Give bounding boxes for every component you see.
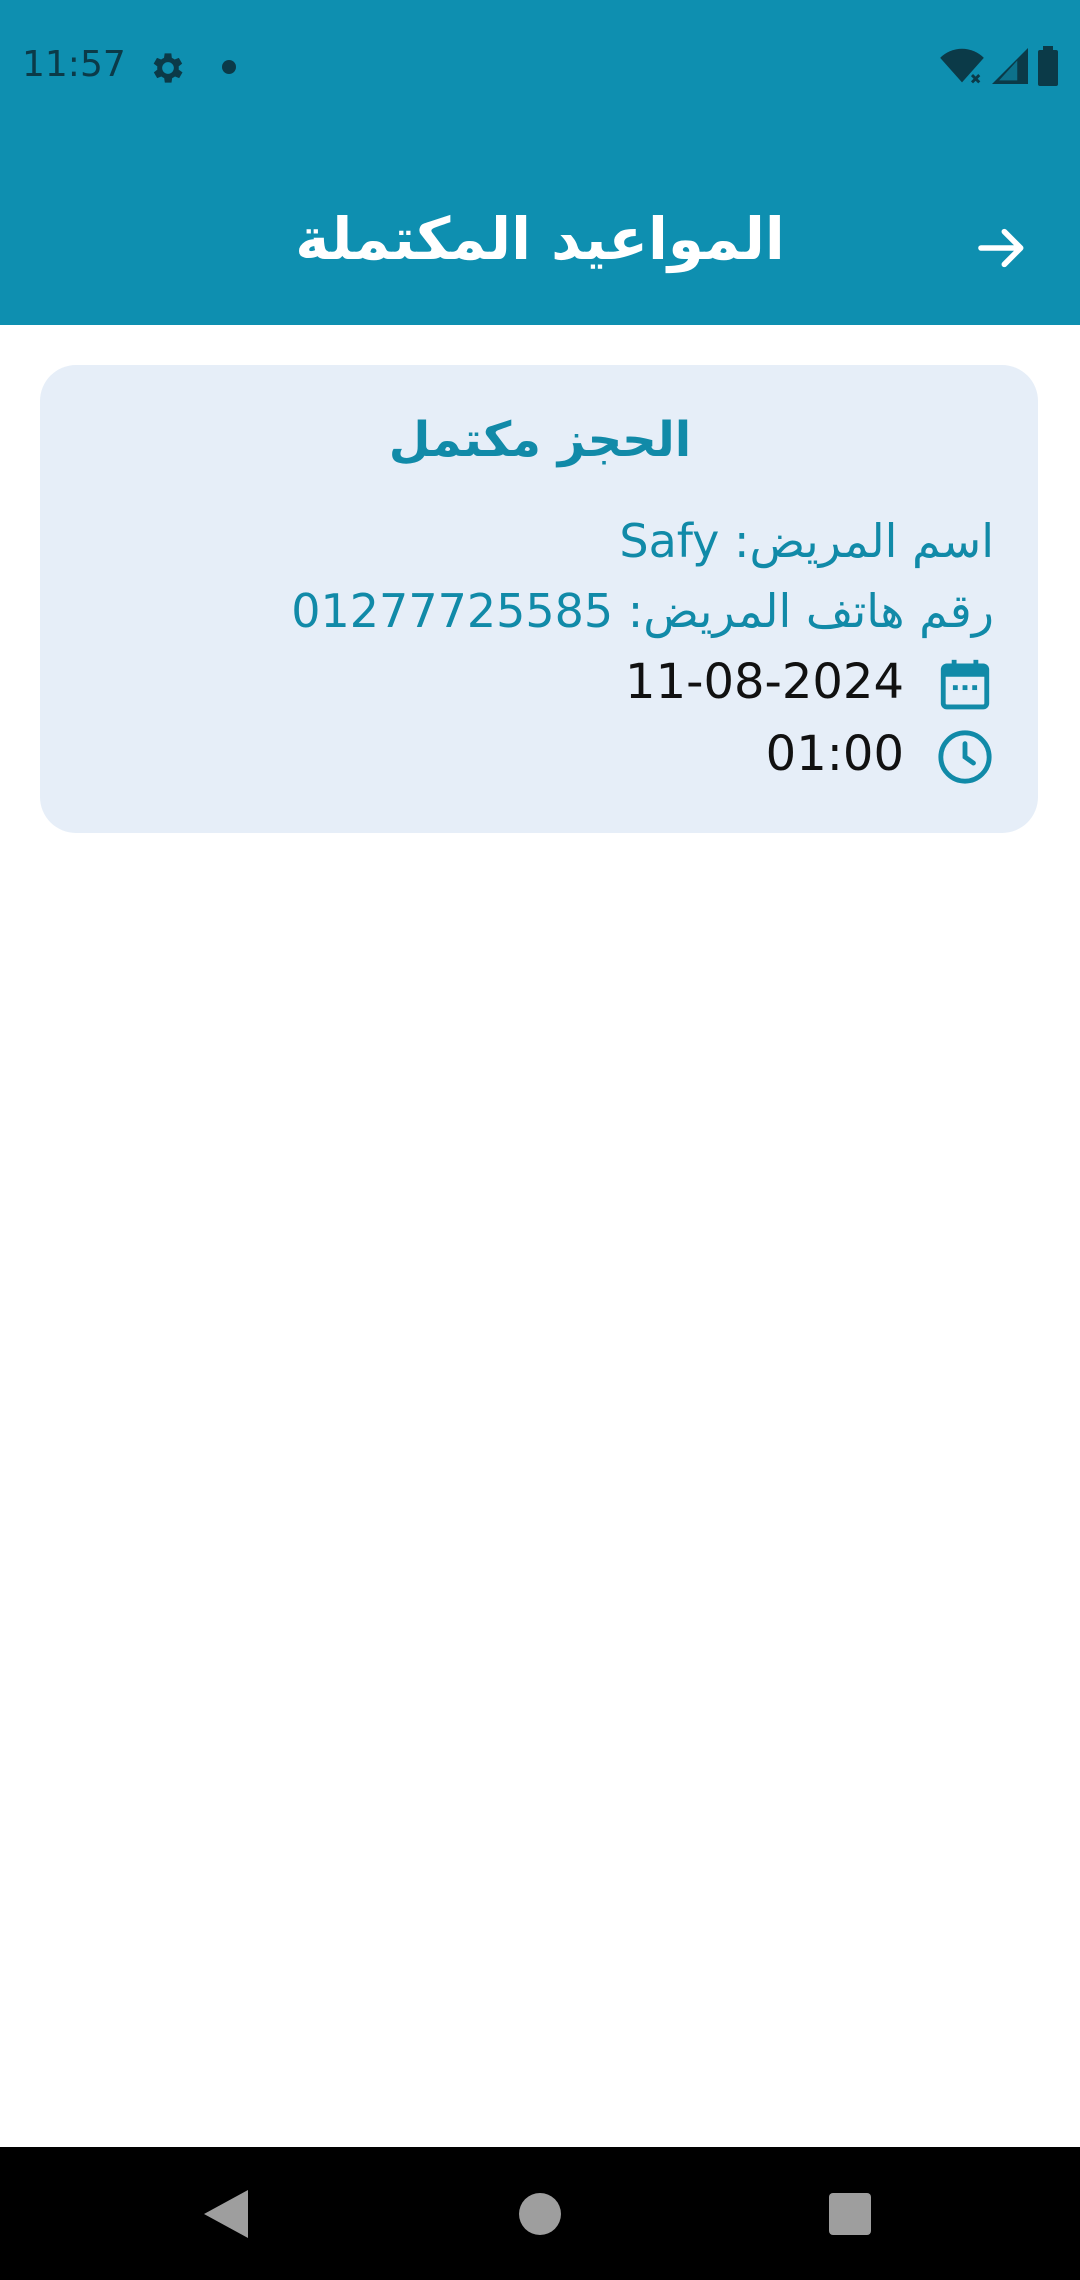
nav-back-icon[interactable]	[204, 2190, 248, 2238]
arrow-forward-icon[interactable]	[972, 220, 1032, 276]
battery-icon	[1038, 46, 1058, 86]
nav-recents-icon[interactable]	[829, 2193, 871, 2235]
patient-phone: رقم هاتف المريض: 01277725585	[291, 584, 994, 638]
appointment-date: 11-08-2024	[625, 654, 904, 710]
status-icons	[940, 44, 1060, 88]
card-title: الحجز مكتمل	[388, 412, 692, 468]
appointment-time: 01:00	[765, 726, 904, 782]
notification-dot	[222, 60, 236, 74]
nav-home-icon[interactable]	[519, 2193, 561, 2235]
status-bar: 11:57	[0, 0, 1080, 136]
patient-name: اسم المريض: Safy	[619, 514, 994, 568]
gear-icon	[153, 53, 183, 83]
calendar-icon	[940, 659, 990, 710]
clock-icon	[938, 730, 992, 784]
page-title: المواعيد المكتملة	[295, 205, 785, 273]
wifi-icon	[940, 48, 984, 84]
status-time: 11:57	[22, 44, 126, 85]
signal-icon	[992, 48, 1028, 84]
